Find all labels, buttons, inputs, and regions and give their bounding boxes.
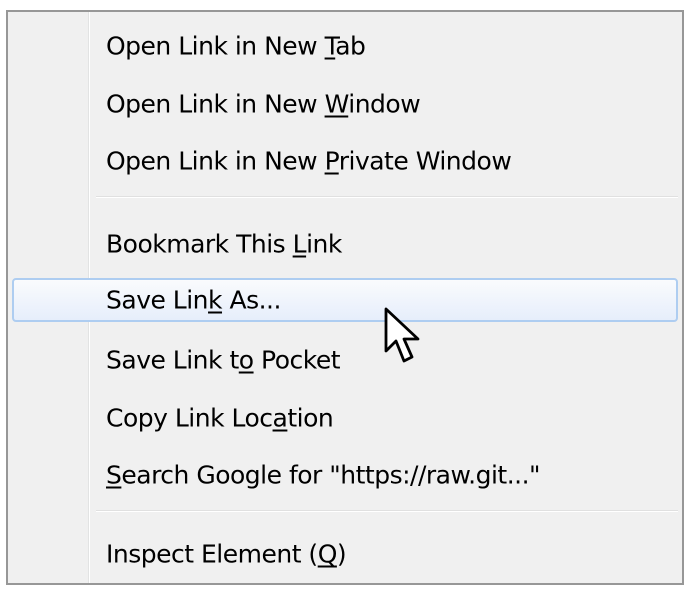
menu-item-label-pre: Open Link in New <box>106 31 325 61</box>
menu-item-copy-link-location[interactable]: Copy Link Location <box>12 396 678 440</box>
menu-item-accesskey: o <box>238 345 254 375</box>
menu-item-accesskey: k <box>208 285 223 315</box>
menu-item-label-post: As... <box>222 285 281 315</box>
menu-item-label-pre: Copy Link Loc <box>106 403 273 433</box>
menu-item-label-pre: Save Link t <box>106 345 239 375</box>
menu-item-bookmark-link[interactable]: Bookmark This Link <box>12 222 678 266</box>
menu-item-label-post: tion <box>287 403 334 433</box>
menu-item-label-post: earch Google for "https://raw.git..." <box>121 460 541 490</box>
menu-item-open-link-new-tab[interactable]: Open Link in New Tab <box>12 24 678 68</box>
menu-item-label-post: Pocket <box>253 345 341 375</box>
menu-item-accesskey: Q <box>317 539 338 569</box>
menu-item-open-link-private-window[interactable]: Open Link in New Private Window <box>12 139 678 183</box>
menu-item-accesskey: S <box>106 460 122 490</box>
menu-item-label-post: ink <box>306 229 342 259</box>
menu-item-label-pre: Open Link in New <box>106 146 325 176</box>
menu-item-label-post: indow <box>348 89 421 119</box>
menu-separator <box>96 196 678 198</box>
menu-item-save-link-as[interactable]: Save Link As... <box>12 278 678 322</box>
menu-item-accesskey: P <box>324 146 340 176</box>
menu-item-accesskey: L <box>292 229 307 259</box>
menu-item-search-google[interactable]: Search Google for "https://raw.git..." <box>12 453 678 497</box>
menu-item-label-post: rivate Window <box>338 146 512 176</box>
menu-item-label-post: ) <box>336 539 347 569</box>
menu-item-accesskey: a <box>272 403 288 433</box>
menu-item-label-pre: Save Lin <box>106 285 209 315</box>
menu-item-save-link-pocket[interactable]: Save Link to Pocket <box>12 338 678 382</box>
menu-item-inspect-element[interactable]: Inspect Element (Q) <box>12 532 678 576</box>
menu-separator <box>96 510 678 512</box>
menu-item-label-pre: Bookmark This <box>106 229 293 259</box>
menu-item-accesskey: W <box>324 89 349 119</box>
menu-item-accesskey: T <box>324 31 336 61</box>
context-menu: Open Link in New Tab Open Link in New Wi… <box>6 10 684 585</box>
menu-item-label-pre: Inspect Element ( <box>106 539 318 569</box>
menu-item-label-pre: Open Link in New <box>106 89 325 119</box>
menu-item-label-post: ab <box>335 31 366 61</box>
menu-item-open-link-new-window[interactable]: Open Link in New Window <box>12 82 678 126</box>
arrow-pointer-icon <box>384 307 420 363</box>
